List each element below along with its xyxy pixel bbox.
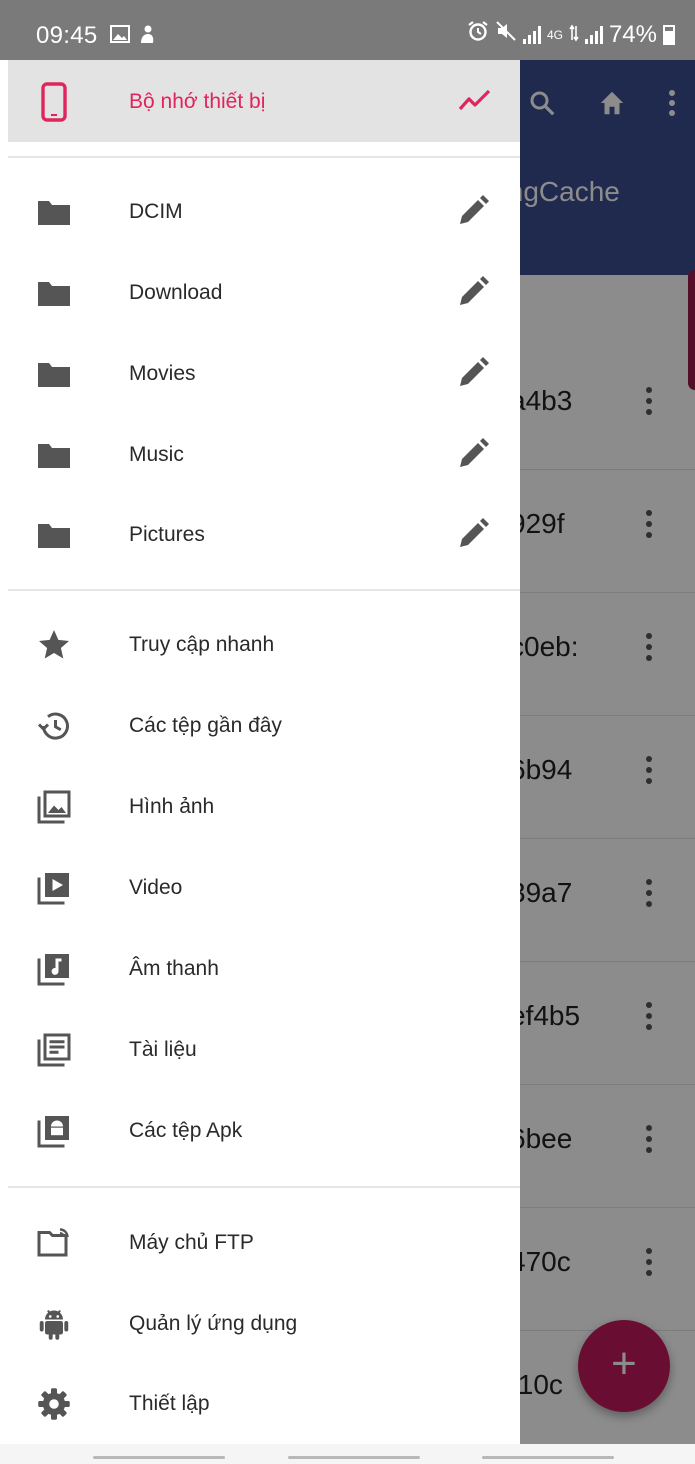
status-bar: 09:45 4G 74% xyxy=(0,0,695,60)
nav-item-images[interactable]: Hình ảnh xyxy=(0,767,520,847)
folder-icon xyxy=(36,275,72,311)
storage-header-item[interactable]: Bộ nhớ thiết bị xyxy=(8,60,520,142)
storage-label: Bộ nhớ thiết bị xyxy=(129,90,266,113)
edit-icon[interactable] xyxy=(456,275,490,309)
status-time: 09:45 xyxy=(36,22,98,49)
folder-item-music[interactable]: Music xyxy=(0,415,520,495)
folder-icon xyxy=(36,356,72,392)
app-notification-icon xyxy=(138,24,156,49)
divider xyxy=(8,589,520,591)
nav-item-app-manager[interactable]: Quản lý ứng dụng xyxy=(0,1284,520,1364)
phone-icon xyxy=(40,82,70,127)
nav-item-recent-files[interactable]: Các tệp gần đây xyxy=(0,686,520,766)
nav-item-documents[interactable]: Tài liệu xyxy=(0,1010,520,1090)
gesture-navigation-bar xyxy=(0,1444,695,1464)
nav-label: Quản lý ứng dụng xyxy=(129,1312,298,1335)
video-library-icon xyxy=(36,870,72,906)
notification-icons xyxy=(110,24,156,49)
divider xyxy=(8,1186,520,1188)
nav-item-apk-files[interactable]: Các tệp Apk xyxy=(0,1091,520,1171)
recents-gesture-handle[interactable] xyxy=(93,1456,225,1459)
nav-label: Máy chủ FTP xyxy=(129,1231,254,1254)
mute-icon xyxy=(495,20,517,49)
nav-label: Các tệp Apk xyxy=(129,1119,243,1142)
music-library-icon xyxy=(36,951,72,987)
folder-item-download[interactable]: Download xyxy=(0,253,520,333)
signal-icon xyxy=(584,25,603,44)
back-gesture-handle[interactable] xyxy=(482,1456,614,1459)
nav-item-video[interactable]: Video xyxy=(0,848,520,928)
edit-icon[interactable] xyxy=(456,194,490,228)
folder-icon xyxy=(36,194,72,230)
nav-label: Video xyxy=(129,876,183,899)
edit-icon[interactable] xyxy=(456,356,490,390)
divider xyxy=(8,156,520,158)
nav-item-quick-access[interactable]: Truy cập nhanh xyxy=(0,605,520,685)
gallery-notification-icon xyxy=(110,25,130,48)
alarm-icon xyxy=(467,20,489,49)
folder-label: Music xyxy=(129,443,184,466)
document-library-icon xyxy=(36,1032,72,1068)
android-icon xyxy=(36,1306,72,1342)
system-indicators: 4G 74% xyxy=(467,20,675,49)
history-icon xyxy=(36,708,72,744)
nav-label: Các tệp gần đây xyxy=(129,714,282,737)
edit-icon[interactable] xyxy=(456,437,490,471)
navigation-drawer: Bộ nhớ thiết bị DCIM Download Movies Mus… xyxy=(0,0,520,1444)
image-library-icon xyxy=(36,789,72,825)
data-arrows-icon xyxy=(569,21,579,49)
folder-icon xyxy=(36,517,72,553)
network-type-label: 4G xyxy=(546,27,563,42)
folder-label: Download xyxy=(129,281,223,304)
nav-label: Truy cập nhanh xyxy=(129,633,275,656)
folder-item-pictures[interactable]: Pictures xyxy=(0,495,520,575)
nav-label: Thiết lập xyxy=(129,1392,210,1415)
nav-item-ftp-server[interactable]: Máy chủ FTP xyxy=(0,1203,520,1283)
star-icon xyxy=(36,627,72,663)
signal-icon xyxy=(522,25,541,44)
home-gesture-handle[interactable] xyxy=(288,1456,420,1459)
battery-icon xyxy=(663,24,675,45)
folder-label: Pictures xyxy=(129,523,205,546)
nav-label: Âm thanh xyxy=(129,957,219,980)
analytics-icon[interactable] xyxy=(458,87,492,118)
folder-item-dcim[interactable]: DCIM xyxy=(0,172,520,252)
nav-item-audio[interactable]: Âm thanh xyxy=(0,929,520,1009)
ftp-server-icon xyxy=(36,1225,72,1261)
folder-item-movies[interactable]: Movies xyxy=(0,334,520,414)
edit-icon[interactable] xyxy=(456,517,490,551)
nav-item-settings[interactable]: Thiết lập xyxy=(0,1364,520,1444)
battery-percent: 74% xyxy=(608,20,657,48)
nav-label: Tài liệu xyxy=(129,1038,197,1061)
apk-library-icon xyxy=(36,1113,72,1149)
folder-icon xyxy=(36,437,72,473)
nav-label: Hình ảnh xyxy=(129,795,215,818)
folder-label: DCIM xyxy=(129,200,183,223)
settings-icon xyxy=(36,1386,72,1422)
folder-label: Movies xyxy=(129,362,196,385)
